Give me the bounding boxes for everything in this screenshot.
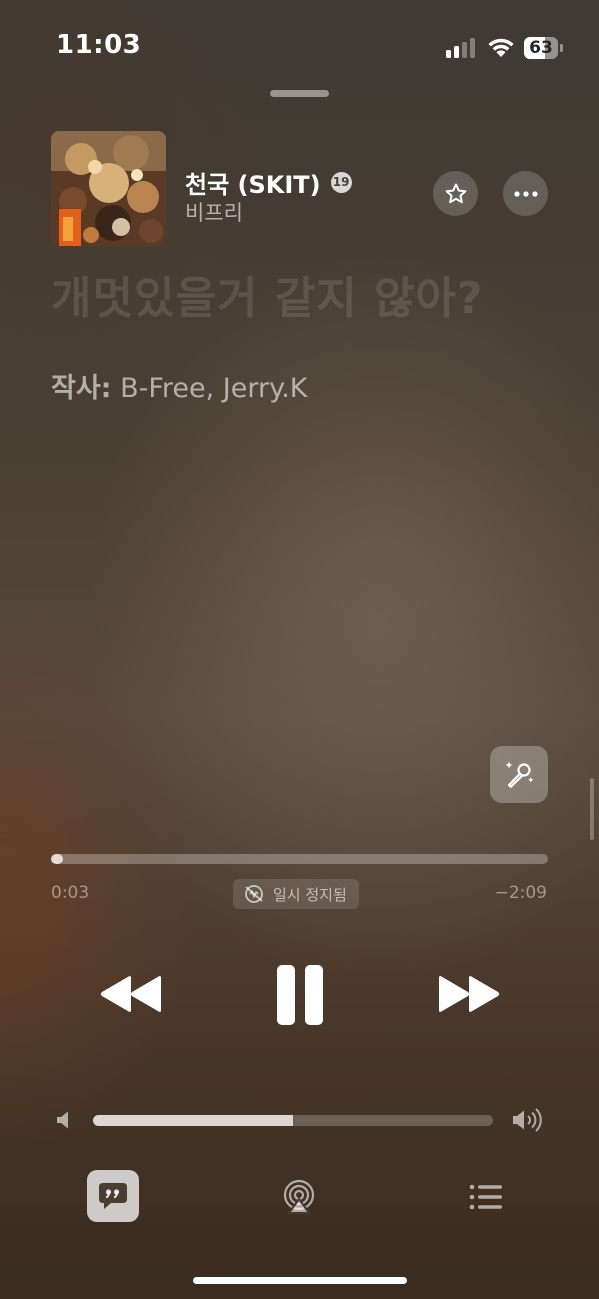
ellipsis-icon	[513, 190, 538, 197]
credits-label: 작사:	[51, 373, 112, 404]
more-options-button[interactable]	[503, 171, 548, 216]
artist-name[interactable]: 비프리	[185, 197, 243, 227]
album-artwork[interactable]	[51, 131, 166, 246]
airplay-icon	[283, 1179, 315, 1214]
cellular-signal-icon	[446, 38, 478, 58]
speaker-low-icon	[55, 1109, 71, 1135]
lyrics-button[interactable]	[87, 1170, 139, 1222]
paused-status-badge: 일시 정지됨	[233, 879, 359, 909]
battery-indicator: 63	[524, 37, 564, 59]
volume-slider[interactable]	[93, 1115, 493, 1126]
pause-button[interactable]	[268, 960, 332, 1030]
fast-forward-icon	[439, 976, 500, 1012]
lyric-line[interactable]: 개멋있을거 같지 않아?	[51, 262, 483, 326]
signal-bar	[446, 50, 451, 58]
status-time: 11:03	[56, 30, 142, 60]
paused-audio-icon	[245, 885, 263, 903]
rewind-button[interactable]	[92, 968, 168, 1020]
home-indicator[interactable]	[193, 1277, 407, 1284]
song-title[interactable]: 천국 (SKIT) 19	[185, 165, 352, 200]
explicit-badge: 19	[330, 172, 352, 193]
credits-value: B-Free, Jerry.K	[111, 373, 308, 404]
queue-list-icon	[469, 1184, 502, 1210]
queue-button[interactable]	[466, 1180, 506, 1214]
favorite-button[interactable]	[433, 171, 478, 216]
sing-button[interactable]	[490, 746, 548, 803]
fast-forward-button[interactable]	[432, 968, 508, 1020]
signal-bar	[454, 46, 459, 58]
airplay-button[interactable]	[278, 1176, 320, 1218]
microphone-sparkle-icon	[505, 761, 534, 788]
elapsed-time: 0:03	[51, 883, 90, 903]
remaining-time: −2:09	[494, 883, 547, 903]
lyrics-quote-icon	[99, 1183, 127, 1209]
star-icon	[445, 183, 466, 203]
rewind-icon	[100, 976, 161, 1012]
song-title-text: 천국 (SKIT)	[185, 171, 321, 199]
battery-percent: 63	[529, 38, 553, 58]
signal-bar	[470, 38, 475, 58]
pause-icon	[277, 965, 323, 1025]
volume-fill	[93, 1115, 293, 1126]
scroll-indicator	[590, 778, 594, 840]
sheet-grabber[interactable]	[270, 90, 329, 97]
playback-progress-bar[interactable]	[51, 854, 548, 864]
speaker-high-icon	[511, 1107, 545, 1137]
signal-bar	[462, 42, 467, 58]
paused-status-text: 일시 정지됨	[273, 885, 347, 904]
progress-fill	[51, 854, 64, 864]
wifi-icon	[486, 36, 516, 58]
lyrics-credits: 작사: B-Free, Jerry.K	[51, 366, 308, 405]
